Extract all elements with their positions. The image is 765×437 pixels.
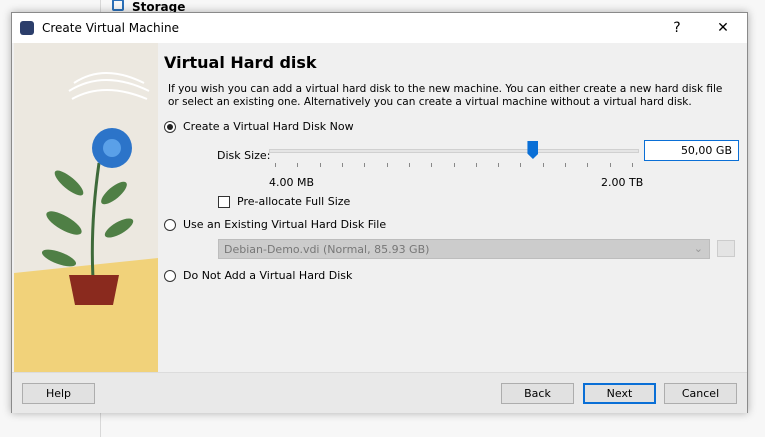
wizard-content: Virtual Hard disk If you wish you can ad… <box>163 43 747 372</box>
slider-tick <box>498 163 500 167</box>
radio-button[interactable] <box>164 218 176 231</box>
slider-handle[interactable] <box>527 141 539 159</box>
slider-tick <box>542 163 544 167</box>
slider-tick <box>587 163 589 167</box>
existing-disk-value: Debian-Demo.vdi (Normal, 85.93 GB) <box>224 243 430 256</box>
dialog-title: Create Virtual Machine <box>42 21 179 35</box>
existing-disk-select[interactable]: Debian-Demo.vdi (Normal, 85.93 GB) ⌄ <box>218 239 710 259</box>
disk-size-label: Disk Size: <box>217 149 271 162</box>
slider-tick <box>453 163 455 167</box>
slider-tick <box>431 163 433 167</box>
back-button[interactable]: Back <box>501 383 574 404</box>
radio-create-disk[interactable]: Create a Virtual Hard Disk Now <box>164 120 354 133</box>
title-bar: Create Virtual Machine ? ✕ <box>12 13 747 43</box>
button-bar: Help Back Next Cancel <box>12 372 747 413</box>
next-button[interactable]: Next <box>583 383 656 404</box>
slider-min-label: 4.00 MB <box>269 176 315 189</box>
page-description: If you wish you can add a virtual hard d… <box>168 83 723 108</box>
page-title: Virtual Hard disk <box>164 53 317 72</box>
storage-icon <box>112 0 124 11</box>
close-icon[interactable]: ✕ <box>703 13 743 43</box>
slider-tick <box>319 163 321 167</box>
create-vm-dialog: Create Virtual Machine ? ✕ Virtual Hard … <box>11 12 748 413</box>
radio-label: Create a Virtual Hard Disk Now <box>183 120 354 133</box>
preallocate-checkbox[interactable]: Pre-allocate Full Size <box>218 195 350 208</box>
radio-use-existing[interactable]: Use an Existing Virtual Hard Disk File <box>164 218 386 231</box>
slider-tick <box>520 163 522 167</box>
radio-button[interactable] <box>164 120 176 133</box>
radio-label: Use an Existing Virtual Hard Disk File <box>183 218 387 231</box>
slider-tick <box>475 163 477 167</box>
folder-icon[interactable] <box>717 240 735 257</box>
disk-size-slider[interactable] <box>269 149 639 153</box>
slider-tick <box>341 163 343 167</box>
slider-max-label: 2.00 TB <box>601 176 644 189</box>
slider-tick <box>565 163 567 167</box>
slider-tick <box>386 163 388 167</box>
help-icon[interactable]: ? <box>657 13 697 43</box>
chevron-down-icon: ⌄ <box>693 242 703 255</box>
slider-tick <box>364 163 366 167</box>
slider-tick <box>297 163 299 167</box>
radio-label: Do Not Add a Virtual Hard Disk <box>183 269 353 282</box>
checkbox[interactable] <box>218 195 230 208</box>
disk-size-input[interactable]: 50,00 GB <box>644 140 739 161</box>
slider-tick <box>408 163 410 167</box>
cancel-button[interactable]: Cancel <box>664 383 737 404</box>
wizard-illustration <box>14 43 158 372</box>
virtualbox-icon <box>20 21 34 35</box>
radio-button[interactable] <box>164 269 176 282</box>
slider-tick <box>275 163 276 167</box>
slider-tick <box>632 163 633 167</box>
checkbox-label: Pre-allocate Full Size <box>237 195 351 208</box>
radio-no-disk[interactable]: Do Not Add a Virtual Hard Disk <box>164 269 352 282</box>
slider-tick <box>609 163 611 167</box>
help-button[interactable]: Help <box>22 383 95 404</box>
